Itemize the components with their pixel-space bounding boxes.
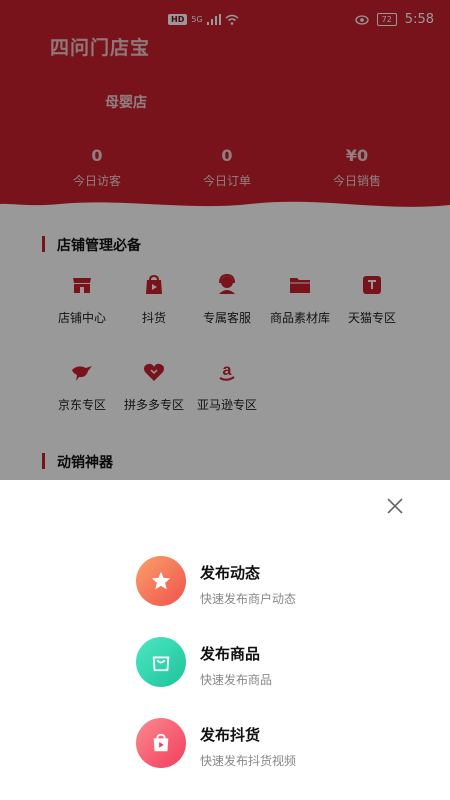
option-icon-circle [136, 556, 186, 606]
option-title: 发布商品 [200, 645, 261, 663]
option-title: 发布动态 [200, 564, 261, 582]
star-icon [151, 571, 171, 590]
publish-product-option[interactable]: 发布商品 快速发布商品 [136, 637, 396, 689]
close-icon[interactable] [385, 496, 405, 516]
publish-douhuo-option[interactable]: 发布抖货 快速发布抖货视频 [136, 718, 396, 770]
app-screen: HD 5G 72 5:58 四问门店宝 母婴店 0 今日访客 0 今日订单 ¥0… [0, 0, 450, 800]
publish-moment-option[interactable]: 发布动态 快速发布商户动态 [136, 556, 396, 608]
option-subtitle: 快速发布抖货视频 [200, 754, 297, 768]
option-title: 发布抖货 [200, 726, 261, 744]
option-icon-circle [136, 718, 186, 768]
option-icon-circle [136, 637, 186, 687]
option-subtitle: 快速发布商户动态 [200, 592, 297, 606]
play-bag-icon [153, 733, 169, 752]
option-subtitle: 快速发布商品 [200, 673, 273, 687]
shopping-bag-icon [152, 656, 170, 672]
